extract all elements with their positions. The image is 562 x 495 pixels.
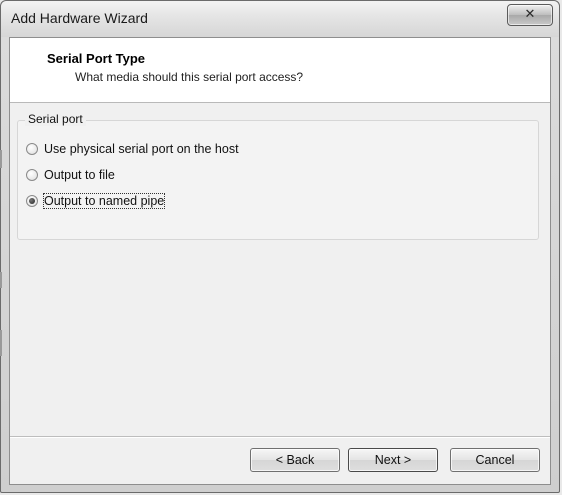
radio-label: Use physical serial port on the host (44, 142, 239, 156)
radio-label: Output to named pipe (42, 193, 166, 209)
window-edge-mark (0, 330, 2, 356)
window-edge-mark (0, 150, 2, 168)
wizard-header: Serial Port Type What media should this … (10, 38, 550, 103)
wizard-body: Serial Port Type What media should this … (9, 37, 551, 485)
window-title: Add Hardware Wizard (11, 10, 148, 26)
serial-port-groupbox: Serial port Use physical serial port on … (17, 112, 539, 240)
close-icon: ✕ (524, 7, 536, 22)
wizard-footer: < Back Next > Cancel (10, 436, 550, 484)
next-button[interactable]: Next > (348, 448, 438, 472)
radio-output-to-named-pipe[interactable]: Output to named pipe (26, 193, 166, 209)
cancel-button[interactable]: Cancel (450, 448, 540, 472)
window-edge-mark (0, 272, 2, 288)
radio-button-selected-icon (26, 195, 38, 207)
wizard-window: Add Hardware Wizard ✕ Serial Port Type W… (0, 0, 560, 493)
radio-label: Output to file (44, 168, 115, 182)
radio-output-to-file[interactable]: Output to file (26, 167, 115, 183)
radio-physical-serial-port[interactable]: Use physical serial port on the host (26, 141, 239, 157)
close-button[interactable]: ✕ (507, 4, 553, 26)
back-button[interactable]: < Back (250, 448, 340, 472)
serial-port-group-label: Serial port (25, 112, 86, 126)
page-subtitle: What media should this serial port acces… (75, 70, 304, 84)
title-bar[interactable]: Add Hardware Wizard ✕ (1, 1, 559, 37)
radio-button-icon (26, 143, 38, 155)
radio-button-icon (26, 169, 38, 181)
page-title: Serial Port Type (47, 51, 146, 66)
